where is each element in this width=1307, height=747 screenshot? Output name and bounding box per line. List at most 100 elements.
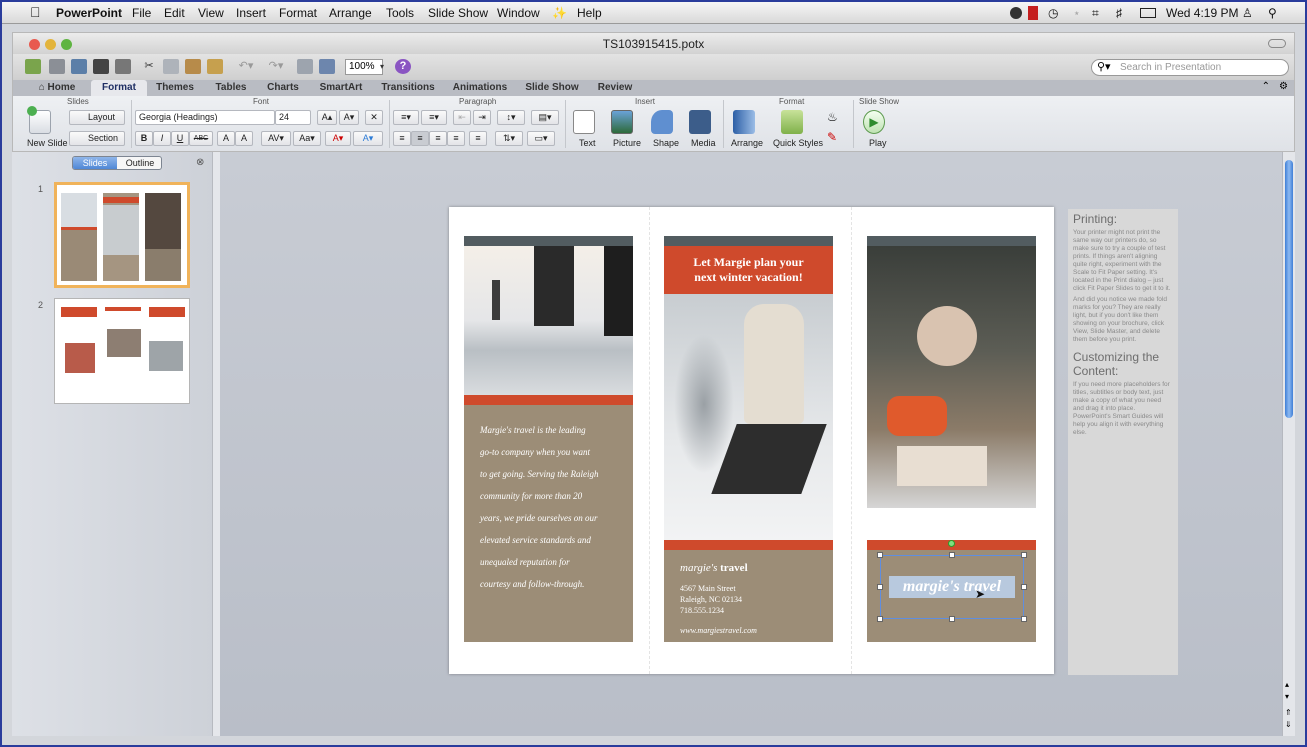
change-case-button[interactable]: Aa▾ [293, 131, 321, 146]
menu-help[interactable]: Help [577, 6, 602, 20]
align-right-button[interactable]: ≡ [429, 131, 447, 146]
next-slide-icon[interactable]: ⇓ [1285, 720, 1292, 729]
resize-handle[interactable] [877, 584, 883, 590]
script-icon[interactable]: ✨ [552, 6, 567, 20]
resize-handle[interactable] [877, 552, 883, 558]
new-icon[interactable] [25, 59, 41, 74]
subscript-button[interactable]: A [235, 131, 253, 146]
picture-icon[interactable] [611, 110, 633, 134]
distributed-button[interactable]: ≡ [469, 131, 487, 146]
bullets-button[interactable]: ≡▾ [393, 110, 419, 125]
underline-button[interactable]: U [171, 131, 189, 146]
quick-styles-icon[interactable] [781, 110, 803, 134]
slides-tab[interactable]: Slides [73, 157, 117, 169]
format-painter-icon[interactable] [207, 59, 223, 74]
rotate-handle[interactable] [948, 540, 955, 547]
tab-transitions[interactable]: Transitions [375, 80, 441, 96]
menu-window[interactable]: Window [497, 6, 540, 20]
bold-button[interactable]: B [135, 131, 153, 146]
line-color-icon[interactable]: ✎ [827, 130, 837, 144]
gallery-icon[interactable] [319, 59, 335, 74]
menu-file[interactable]: File [132, 6, 151, 20]
section-button[interactable]: Section [69, 131, 125, 146]
tab-charts[interactable]: Charts [257, 80, 309, 96]
resize-handle[interactable] [1021, 616, 1027, 622]
skater-photo[interactable] [464, 246, 633, 395]
menu-slide-show[interactable]: Slide Show [428, 6, 488, 20]
scroll-up-icon[interactable]: ▴ [1285, 680, 1289, 689]
numbering-button[interactable]: ≡▾ [421, 110, 447, 125]
selected-title[interactable]: margie's travel [889, 576, 1015, 598]
menu-tools[interactable]: Tools [386, 6, 414, 20]
menu-insert[interactable]: Insert [236, 6, 266, 20]
cut-icon[interactable]: ✂ [141, 59, 157, 74]
clear-format-button[interactable]: ✕ [365, 110, 383, 125]
font-size-field[interactable]: 24 [275, 110, 311, 125]
resize-handle[interactable] [877, 616, 883, 622]
slide-thumbnail-1[interactable] [54, 182, 190, 288]
app-status-icon[interactable] [1028, 6, 1038, 20]
char-spacing-button[interactable]: AV▾ [261, 131, 291, 146]
open-icon[interactable] [71, 59, 87, 74]
text-effects-button[interactable]: A▾ [353, 131, 383, 146]
menu-view[interactable]: View [198, 6, 224, 20]
pane-splitter[interactable] [212, 152, 220, 736]
tab-home[interactable]: ⌂ Home [31, 80, 83, 96]
status-icon[interactable] [1010, 7, 1022, 19]
templates-icon[interactable] [49, 59, 65, 74]
toolbar-toggle-icon[interactable] [1268, 39, 1286, 48]
scrollbar-thumb[interactable] [1285, 160, 1293, 418]
collapse-ribbon-icon[interactable]: ⌃ [1262, 81, 1270, 92]
battery-icon[interactable] [1140, 8, 1156, 18]
font-color-button[interactable]: A▾ [325, 131, 351, 146]
spotlight-icon[interactable]: ⚲ [1268, 6, 1277, 20]
resize-handle[interactable] [1021, 584, 1027, 590]
strikethrough-button[interactable]: ABC [189, 131, 213, 146]
menu-app-name[interactable]: PowerPoint [56, 6, 122, 20]
media-icon[interactable] [689, 110, 711, 134]
print-icon[interactable] [115, 59, 131, 74]
columns-button[interactable]: ▤▾ [531, 110, 559, 125]
media-browser-icon[interactable] [297, 59, 313, 74]
family-sled-photo[interactable] [867, 246, 1036, 508]
contact-box[interactable]: margie's travel 4567 Main Street Raleigh… [664, 550, 833, 642]
panel-text-box[interactable]: Margie's travel is the leading go-to com… [464, 405, 633, 642]
zoom-dropdown-icon[interactable]: ▾ [377, 59, 387, 74]
shape-icon[interactable] [651, 110, 673, 134]
selected-text-box[interactable]: margie's travel [880, 555, 1024, 619]
layout-button[interactable]: Layout [69, 110, 125, 125]
headline-box[interactable]: Let Margie plan your next winter vacatio… [664, 246, 833, 294]
resize-handle[interactable] [949, 552, 955, 558]
increase-indent-button[interactable]: ⇥ [473, 110, 491, 125]
copy-icon[interactable] [163, 59, 179, 74]
tab-review[interactable]: Review [587, 80, 643, 96]
align-left-button[interactable]: ≡ [393, 131, 411, 146]
tab-themes[interactable]: Themes [149, 80, 201, 96]
ribbon-settings-icon[interactable]: ⚙ [1279, 81, 1288, 92]
wifi-icon[interactable]: ⌗ [1092, 6, 1099, 21]
tab-animations[interactable]: Animations [447, 80, 513, 96]
menu-arrange[interactable]: Arrange [329, 6, 372, 20]
previous-slide-icon[interactable]: ⇑ [1285, 708, 1292, 717]
paste-icon[interactable] [185, 59, 201, 74]
shrink-font-button[interactable]: A▾ [339, 110, 359, 125]
apple-icon[interactable]:  [30, 4, 41, 20]
menu-clock[interactable]: Wed 4:19 PM [1166, 6, 1238, 20]
resize-handle[interactable] [1021, 552, 1027, 558]
outline-tab[interactable]: Outline [118, 157, 161, 169]
snow-runner-photo[interactable] [664, 294, 833, 540]
slide-thumbnail-2[interactable] [54, 298, 190, 404]
align-text-button[interactable]: ▭▾ [527, 131, 555, 146]
arrange-icon[interactable] [733, 110, 755, 134]
save-icon[interactable] [93, 59, 109, 74]
scroll-down-icon[interactable]: ▾ [1285, 692, 1289, 701]
redo-icon[interactable]: ↷▾ [263, 59, 289, 74]
close-pane-icon[interactable]: ⊗ [196, 157, 204, 168]
align-center-button[interactable]: ≡ [411, 131, 429, 146]
volume-icon[interactable]: ♯ [1116, 6, 1122, 20]
vertical-scrollbar[interactable]: ▴ ▾ ⇑ ⇓ [1282, 152, 1295, 736]
font-name-field[interactable]: Georgia (Headings) [135, 110, 275, 125]
line-spacing-button[interactable]: ↕▾ [497, 110, 525, 125]
user-icon[interactable]: ♙ [1242, 6, 1253, 20]
italic-button[interactable]: I [153, 131, 171, 146]
